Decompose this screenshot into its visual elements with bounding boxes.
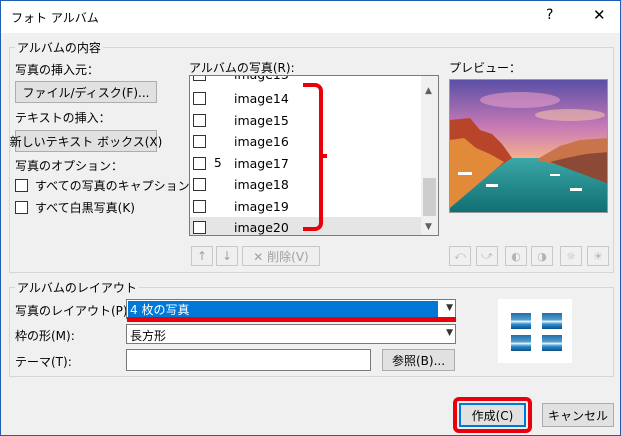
- caption-checkbox[interactable]: [15, 179, 28, 192]
- layout-thumb: [542, 335, 562, 351]
- frame-shape-value: 長方形: [130, 329, 167, 343]
- layout-thumb: [511, 335, 531, 351]
- cancel-button[interactable]: キャンセル: [542, 403, 614, 427]
- scroll-up-icon[interactable]: ▲: [425, 86, 432, 96]
- photo-number: 5: [214, 155, 222, 170]
- brightness-down-icon[interactable]: ☀: [587, 246, 609, 266]
- photo-name: image14: [234, 91, 289, 106]
- photo-checkbox[interactable]: [193, 199, 206, 213]
- picture-layout-select[interactable]: 4 枚の写真 ▼: [126, 299, 456, 319]
- theme-input[interactable]: [126, 349, 371, 371]
- album-layout-label: アルバムのレイアウト: [15, 279, 139, 296]
- album-content-label: アルバムの内容: [15, 39, 103, 56]
- picture-layout-label: 写真のレイアウト(P):: [15, 304, 132, 318]
- chevron-down-icon[interactable]: ▼: [446, 303, 453, 313]
- venice-canal-image: [450, 80, 607, 212]
- photo-checkbox[interactable]: [193, 178, 206, 191]
- create-highlight: [453, 397, 532, 433]
- photo-name: image17: [234, 155, 289, 171]
- highlight-bracket: [303, 83, 323, 231]
- photo-name: image20: [234, 220, 289, 235]
- rotate-left-icon[interactable]: ⤺: [449, 246, 471, 266]
- frame-shape-select[interactable]: 長方形 ▼: [126, 324, 456, 344]
- photo-checkbox[interactable]: [193, 221, 206, 234]
- photo-checkbox[interactable]: [193, 76, 206, 81]
- file-disk-button[interactable]: ファイル/ディスク(F)...: [15, 81, 157, 103]
- theme-label: テーマ(T):: [15, 355, 72, 369]
- browse-button[interactable]: 参照(B)...: [382, 349, 455, 371]
- photo-name: image16: [234, 134, 289, 149]
- scroll-down-icon[interactable]: ▼: [425, 222, 432, 232]
- black-white-option-label: すべて白黒写真(K): [35, 201, 135, 215]
- close-icon[interactable]: ✕: [593, 6, 606, 24]
- preview-label: プレビュー：: [449, 61, 522, 75]
- highlight-underline: [127, 317, 456, 322]
- photo-checkbox[interactable]: [193, 113, 206, 127]
- photo-checkbox[interactable]: [193, 92, 206, 105]
- layout-preview: [498, 299, 572, 363]
- chevron-down-icon[interactable]: ▼: [446, 328, 453, 338]
- help-button[interactable]: ?: [546, 7, 553, 23]
- photo-checkbox[interactable]: [193, 135, 206, 148]
- list-scrollbar[interactable]: ▲ ▼: [421, 76, 438, 235]
- contrast-up-icon[interactable]: ◐: [505, 246, 527, 266]
- insert-text-label: テキストの挿入：: [15, 111, 111, 125]
- photo-name: image19: [234, 198, 289, 214]
- highlight-bracket-tip: [321, 154, 327, 158]
- layout-thumb: [511, 313, 531, 329]
- photo-preview: [449, 79, 608, 213]
- picture-layout-value: 4 枚の写真: [128, 301, 438, 317]
- photo-checkbox[interactable]: [193, 156, 206, 170]
- photo-name: image13: [234, 76, 289, 82]
- brightness-up-icon[interactable]: ☼: [560, 246, 582, 266]
- contrast-down-icon[interactable]: ◑: [531, 246, 553, 266]
- caption-option-label: すべての写真のキャプション(A): [35, 179, 208, 193]
- move-up-button[interactable]: ↑: [191, 246, 213, 266]
- photo-name: image18: [234, 177, 289, 192]
- new-textbox-button[interactable]: 新しいテキスト ボックス(X): [10, 130, 162, 152]
- dialog-title: フォト アルバム: [11, 11, 99, 25]
- photo-album-dialog: フォト アルバム ? ✕ アルバムの内容 写真の挿入元： ファイル/ディスク(F…: [0, 0, 621, 436]
- frame-shape-label: 枠の形(M):: [15, 329, 75, 343]
- photo-options-label: 写真のオプション：: [15, 159, 124, 173]
- title-bar: フォト アルバム ? ✕: [1, 1, 620, 33]
- layout-thumb: [542, 313, 562, 329]
- photo-name: image15: [234, 112, 289, 128]
- black-white-checkbox[interactable]: [15, 201, 28, 214]
- move-down-button[interactable]: ↓: [216, 246, 238, 266]
- delete-button[interactable]: ✕ 削除(V): [242, 246, 320, 266]
- album-photos-label: アルバムの写真(R):: [189, 61, 295, 75]
- rotate-right-icon[interactable]: ⤻: [476, 246, 498, 266]
- scroll-thumb[interactable]: [423, 178, 436, 216]
- insert-from-label: 写真の挿入元：: [15, 63, 100, 77]
